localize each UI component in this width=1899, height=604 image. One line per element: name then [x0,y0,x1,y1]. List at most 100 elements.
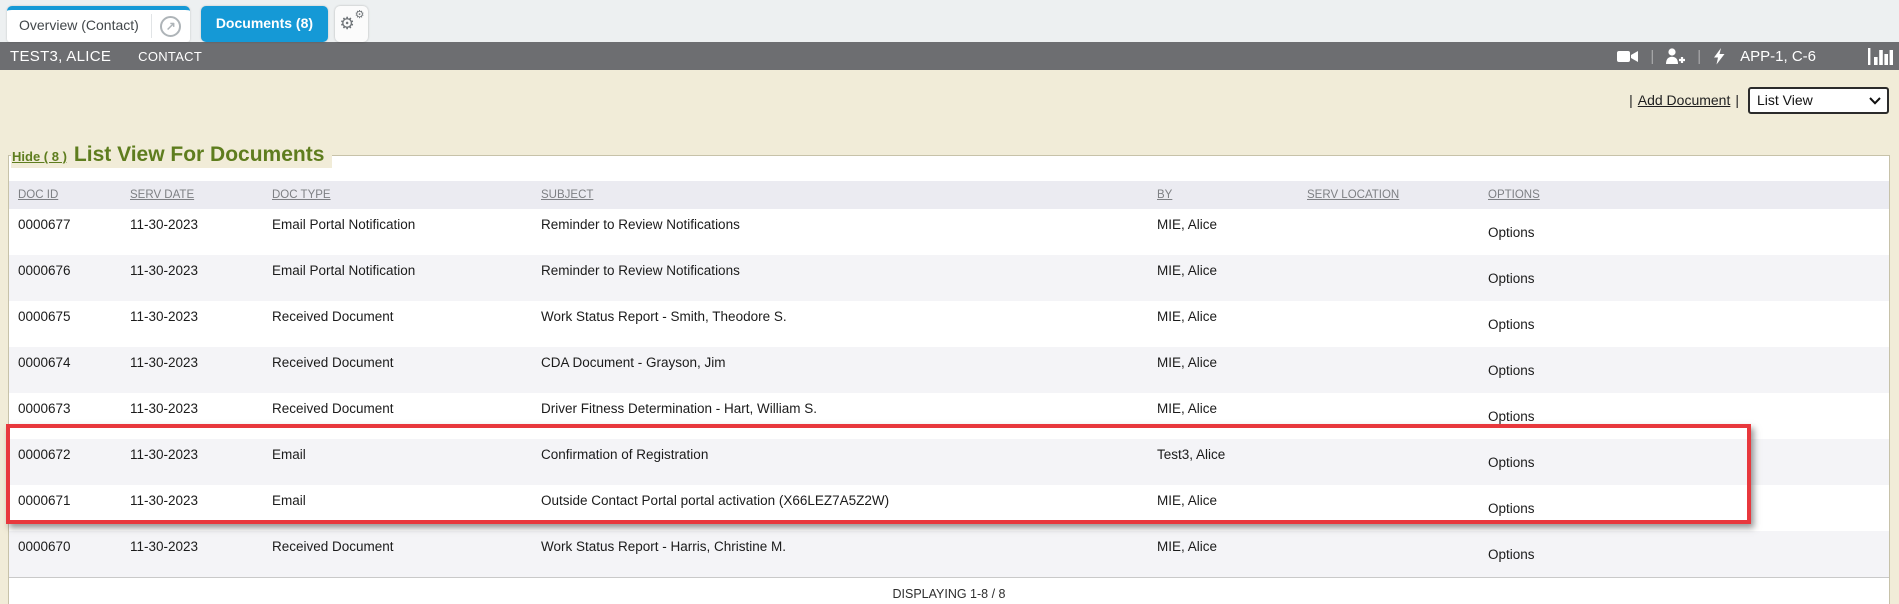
cell-serv-date: 11-30-2023 [121,255,263,301]
cell-doc-type: Email Portal Notification [263,209,532,255]
cell-serv-location [1298,393,1479,439]
sort-link[interactable]: SERV DATE [130,189,194,201]
cell-serv-location [1298,485,1479,531]
sort-link[interactable]: SERV LOCATION [1307,189,1399,201]
tab-overview-contact[interactable]: Overview (Contact) ↗ [7,6,190,42]
column-header-serv-location: SERV LOCATION [1298,181,1479,209]
options-link[interactable]: Options [1479,347,1889,393]
cell-doc-id: 0000672 [9,439,121,485]
cell-subject: Reminder to Review Notifications [532,209,1148,255]
settings-tab-button[interactable]: ⚙⚙ [335,6,368,42]
sort-link[interactable]: OPTIONS [1488,189,1540,201]
cell-serv-date: 11-30-2023 [121,531,263,577]
cell-doc-type: Received Document [263,301,532,347]
column-header-serv-date: SERV DATE [121,181,263,209]
cell-doc-id: 0000677 [9,209,121,255]
cell-doc-type: Email [263,439,532,485]
options-link[interactable]: Options [1479,485,1889,531]
table-row: 000067211-30-2023EmailConfirmation of Re… [9,439,1889,485]
cell-serv-date: 11-30-2023 [121,301,263,347]
tab-documents[interactable]: Documents (8) [201,6,328,42]
cell-serv-location [1298,347,1479,393]
table-row: 000067511-30-2023Received DocumentWork S… [9,301,1889,347]
cell-serv-location [1298,439,1479,485]
panel-legend: Hide ( 8 ) List View For Documents [11,143,332,168]
cell-by: MIE, Alice [1148,301,1298,347]
cell-doc-type: Received Document [263,531,532,577]
table-row: 000067711-30-2023Email Portal Notificati… [9,209,1889,255]
cell-doc-type: Received Document [263,347,532,393]
view-mode-select[interactable]: List View [1748,87,1889,114]
cell-doc-id: 0000676 [9,255,121,301]
document-actions-row: | Add Document | List View [0,70,1899,114]
cell-subject: Work Status Report - Harris, Christine M… [532,531,1148,577]
options-link[interactable]: Options [1479,255,1889,301]
pipe-separator: | [1735,92,1739,108]
cell-by: MIE, Alice [1148,393,1298,439]
cell-by: MIE, Alice [1148,209,1298,255]
sort-link[interactable]: DOC TYPE [272,189,331,201]
add-person-icon[interactable] [1665,48,1686,65]
table-header-row: DOC ID SERV DATE DOC TYPE SUBJECT BY SERV LOC… [9,181,1889,209]
tab-documents-label: Documents (8) [216,15,313,31]
add-document-link[interactable]: Add Document [1638,92,1731,108]
cell-serv-date: 11-30-2023 [121,439,263,485]
table-footer-row: DISPLAYING 1-8 / 8 [9,577,1889,604]
sort-link[interactable]: SUBJECT [541,189,593,201]
record-title-bar: TEST3, ALICE CONTACT | | APP-1, C-6 [0,42,1899,70]
options-link[interactable]: Options [1479,301,1889,347]
table-row: 000067411-30-2023Received DocumentCDA Do… [9,347,1889,393]
cell-serv-location [1298,301,1479,347]
list-view-panel: Hide ( 8 ) List View For Documents DOC I… [8,143,1890,604]
cell-serv-location [1298,209,1479,255]
hide-link[interactable]: Hide ( 8 ) [12,149,67,164]
separator: | [1697,48,1701,65]
bar-chart-icon[interactable] [1868,48,1893,65]
lightning-bolt-icon[interactable] [1712,48,1726,65]
cell-by: MIE, Alice [1148,347,1298,393]
cell-doc-type: Email Portal Notification [263,255,532,301]
cell-serv-location [1298,255,1479,301]
panel-title: List View For Documents [74,143,325,167]
options-link[interactable]: Options [1479,439,1889,485]
sort-link[interactable]: BY [1157,189,1172,201]
open-in-new-icon: ↗ [160,16,181,37]
column-header-subject: SUBJECT [532,181,1148,209]
cell-by: MIE, Alice [1148,255,1298,301]
video-camera-icon[interactable] [1617,49,1639,64]
view-select-wrap: List View [1748,87,1889,114]
cell-subject: Reminder to Review Notifications [532,255,1148,301]
cell-doc-id: 0000674 [9,347,121,393]
cell-by: MIE, Alice [1148,485,1298,531]
popout-button[interactable]: ↗ [152,16,190,37]
pipe-separator: | [1629,92,1633,108]
cell-doc-id: 0000670 [9,531,121,577]
cell-serv-date: 11-30-2023 [121,393,263,439]
record-type: CONTACT [138,49,202,64]
cell-subject: Work Status Report - Smith, Theodore S. [532,301,1148,347]
cell-doc-id: 0000673 [9,393,121,439]
sort-link[interactable]: DOC ID [18,189,58,201]
cell-by: MIE, Alice [1148,531,1298,577]
tab-bar: Overview (Contact) ↗ Documents (8) ⚙⚙ [0,0,1899,42]
table-row: 000067111-30-2023EmailOutside Contact Po… [9,485,1889,531]
cell-serv-date: 11-30-2023 [121,485,263,531]
record-name: TEST3, ALICE [10,48,111,65]
cell-doc-type: Received Document [263,393,532,439]
column-header-doc-id: DOC ID [9,181,121,209]
paging-status: DISPLAYING 1-8 / 8 [9,577,1889,604]
app-location-text: APP-1, C-6 [1740,48,1816,65]
cell-subject: CDA Document - Grayson, Jim [532,347,1148,393]
separator: | [1650,48,1654,65]
column-header-options: OPTIONS [1479,181,1889,209]
options-link[interactable]: Options [1479,531,1889,577]
cell-by: Test3, Alice [1148,439,1298,485]
cell-subject: Outside Contact Portal portal activation… [532,485,1148,531]
options-link[interactable]: Options [1479,393,1889,439]
gears-icon: ⚙⚙ [341,13,363,35]
column-header-by: BY [1148,181,1298,209]
table-row: 000067611-30-2023Email Portal Notificati… [9,255,1889,301]
cell-subject: Confirmation of Registration [532,439,1148,485]
cell-serv-location [1298,531,1479,577]
options-link[interactable]: Options [1479,209,1889,255]
